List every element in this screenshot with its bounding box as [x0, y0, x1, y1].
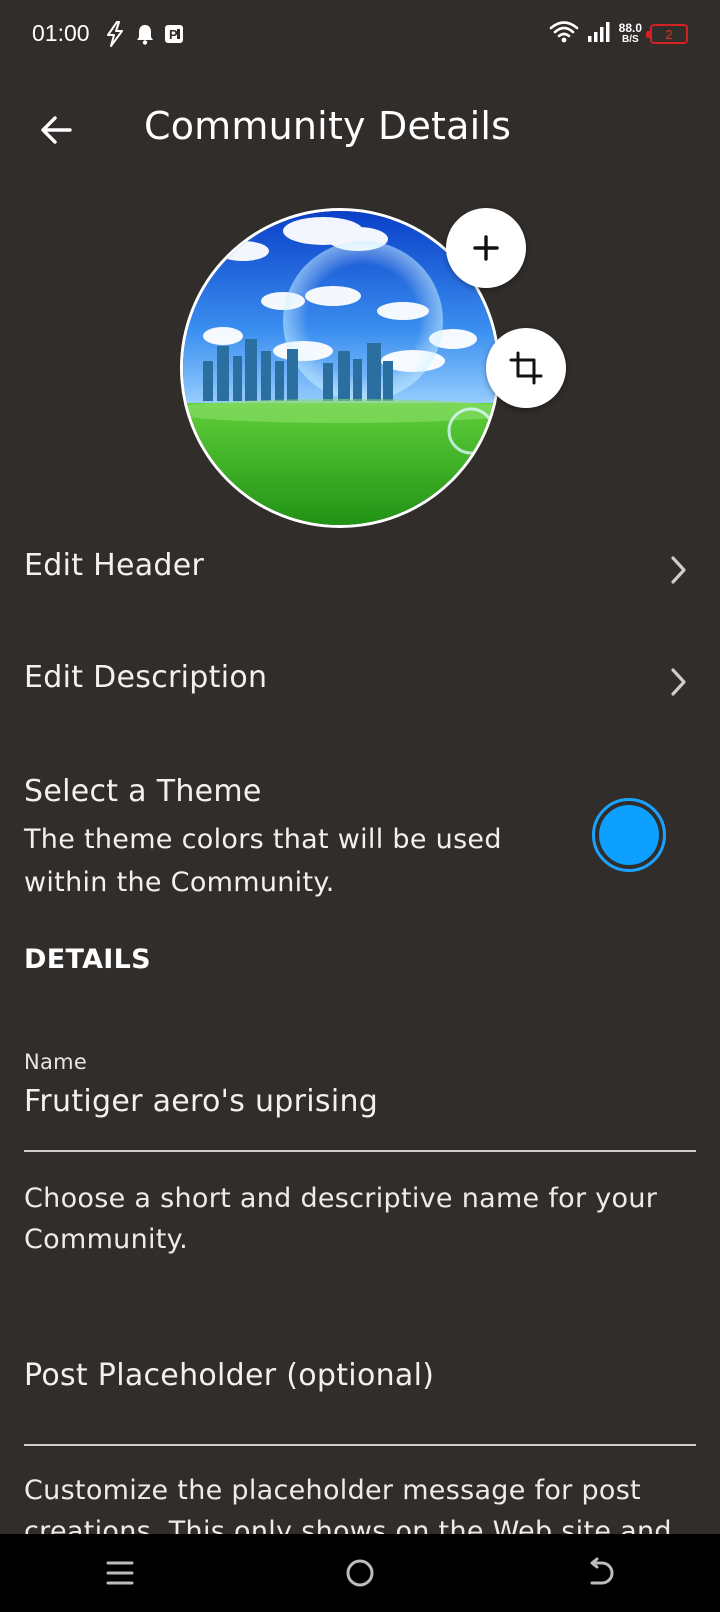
name-field-helper: Choose a short and descriptive name for …: [24, 1183, 658, 1255]
add-image-button[interactable]: [446, 208, 526, 288]
svg-text:P: P: [169, 27, 178, 42]
network-speed: 88.0 B/S: [618, 21, 642, 45]
wifi-icon: [549, 20, 579, 48]
menu-icon: [106, 1561, 134, 1585]
back-nav-button[interactable]: [560, 1543, 640, 1603]
post-placeholder-field[interactable]: Post Placeholder (optional): [24, 1358, 434, 1393]
crop-icon: [509, 351, 543, 385]
crop-image-button[interactable]: [486, 328, 566, 408]
name-field-underline: [24, 1150, 696, 1152]
status-bar: 01:00 P 88.0 B/S 2: [0, 0, 720, 72]
signal-icon: [587, 21, 611, 47]
menu-button[interactable]: [80, 1543, 160, 1603]
chevron-right-icon: [671, 668, 686, 696]
edit-header-row[interactable]: Edit Header: [24, 548, 696, 596]
arrow-left-icon: [41, 116, 72, 144]
details-section-title: DETAILS: [24, 944, 151, 975]
back-icon: [590, 1557, 614, 1585]
theme-color-picker[interactable]: [592, 798, 666, 872]
back-button[interactable]: [34, 108, 78, 152]
name-field[interactable]: Frutiger aero's uprising: [24, 1084, 378, 1119]
page-title: Community Details: [144, 104, 512, 148]
theme-title: Select a Theme: [24, 774, 262, 809]
status-right-icons: 88.0 B/S 2: [549, 20, 688, 48]
plus-icon: [473, 235, 499, 261]
chevron-right-icon: [671, 556, 686, 584]
notification-bell-icon: [136, 23, 154, 49]
battery-icon: 2: [646, 24, 688, 44]
home-button[interactable]: [320, 1543, 400, 1603]
flash-icon: [104, 21, 126, 51]
status-time: 01:00: [32, 20, 90, 46]
post-placeholder-underline: [24, 1444, 696, 1446]
battery-level: 2: [665, 26, 673, 42]
name-field-label: Name: [24, 1050, 88, 1074]
edit-header-label: Edit Header: [24, 548, 205, 583]
home-icon: [346, 1559, 374, 1587]
theme-color-swatch: [599, 805, 659, 865]
theme-description: The theme colors that will be used withi…: [24, 824, 502, 898]
status-left-icons: P: [104, 21, 186, 51]
edit-description-row[interactable]: Edit Description: [24, 660, 696, 708]
post-placeholder-helper: Customize the placeholder message for po…: [24, 1475, 672, 1534]
system-navigation-bar: [0, 1534, 720, 1612]
network-speed-value: 88.0: [618, 21, 642, 35]
edit-description-label: Edit Description: [24, 660, 268, 695]
network-speed-unit: B/S: [621, 34, 639, 45]
app-bar: Community Details: [0, 92, 720, 172]
parking-icon: P: [164, 23, 186, 49]
